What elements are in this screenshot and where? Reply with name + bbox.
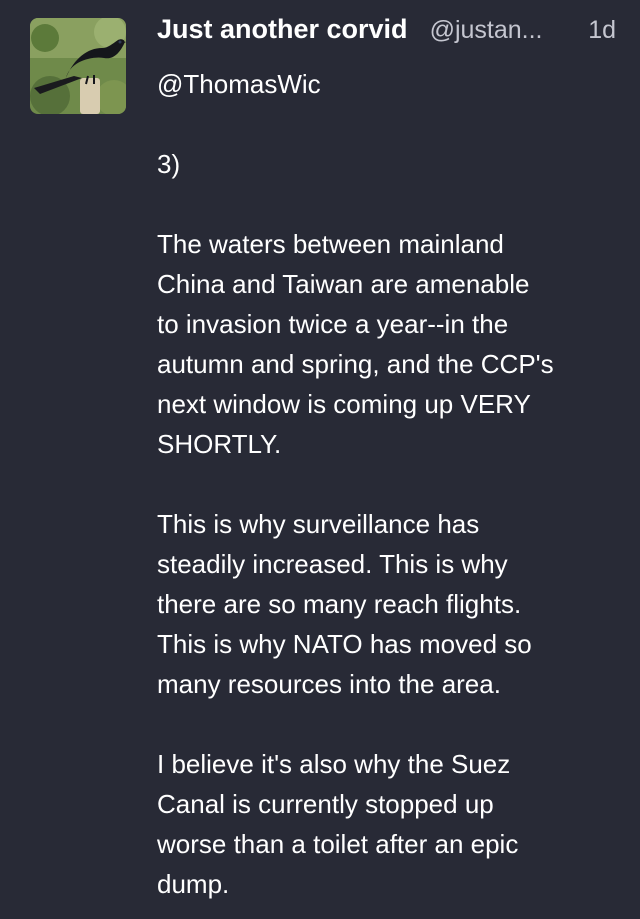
avatar[interactable] bbox=[30, 18, 126, 114]
post-paragraph: 3) bbox=[157, 149, 181, 179]
post-header: Just another corvid @justan... 1d bbox=[157, 14, 616, 54]
post-timestamp[interactable]: 1d bbox=[588, 16, 616, 45]
post-paragraph: The waters between mainland China and Ta… bbox=[157, 229, 554, 459]
crow-avatar-icon bbox=[30, 18, 126, 114]
post-body: @ThomasWic 3) The waters between mainlan… bbox=[157, 64, 617, 919]
post-paragraph: I believe it's also why the Suez Canal i… bbox=[157, 749, 519, 899]
author-handle[interactable]: @justan... bbox=[430, 16, 543, 45]
mention-link[interactable]: @ThomasWic bbox=[157, 69, 321, 99]
post-paragraph: This is why surveillance has steadily in… bbox=[157, 509, 532, 699]
author-display-name[interactable]: Just another corvid bbox=[157, 14, 408, 45]
post: Just another corvid @justan... 1d @Thoma… bbox=[0, 0, 640, 919]
